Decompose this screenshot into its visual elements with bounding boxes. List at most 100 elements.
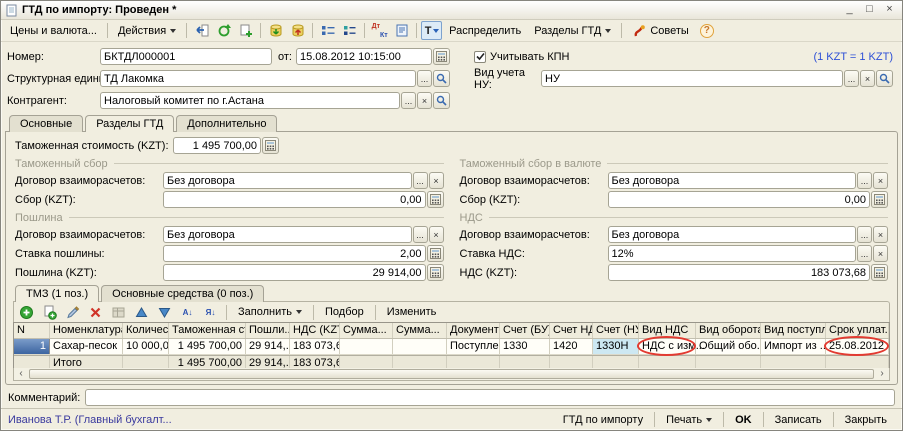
edit-row-button[interactable] bbox=[62, 303, 83, 322]
pick-button[interactable]: Подбор bbox=[319, 303, 370, 321]
ok-button[interactable]: OK bbox=[727, 413, 760, 427]
sort-desc-button[interactable]: Я↓ bbox=[200, 303, 221, 322]
distribute-button[interactable]: Распределить bbox=[443, 22, 527, 40]
table-cell[interactable]: Сахар-песок bbox=[50, 339, 123, 354]
contractor-select-button[interactable]: ... bbox=[401, 92, 416, 109]
maximize-button[interactable]: □ bbox=[861, 3, 878, 17]
move-down-button[interactable] bbox=[154, 303, 175, 322]
copy-row-button[interactable] bbox=[39, 303, 60, 322]
settings-list-button[interactable] bbox=[339, 21, 360, 40]
number-input[interactable] bbox=[100, 48, 272, 65]
tab-osnovnye[interactable]: Основные bbox=[9, 115, 83, 132]
totals-toggle-button[interactable]: Т bbox=[421, 21, 442, 40]
feecur-contract-input[interactable] bbox=[608, 172, 857, 189]
column-header[interactable]: Сумма... bbox=[393, 323, 447, 338]
column-header[interactable]: Вид поступл... bbox=[761, 323, 826, 338]
table-cell[interactable]: 25.08.2012 bbox=[826, 339, 889, 354]
scroll-left-button[interactable]: ‹ bbox=[14, 368, 28, 380]
table-cell[interactable]: Общий обо... bbox=[696, 339, 761, 354]
fee-amount-calc-button[interactable] bbox=[427, 191, 444, 208]
vat-contract-select-button[interactable]: ... bbox=[857, 226, 872, 243]
close-button[interactable]: × bbox=[881, 3, 898, 17]
column-header[interactable]: Вид НДС bbox=[639, 323, 696, 338]
column-header[interactable]: Номенклатура bbox=[50, 323, 123, 338]
column-header[interactable]: N bbox=[14, 323, 50, 338]
vat-rate-clear-button[interactable]: × bbox=[873, 245, 888, 262]
kpn-checkbox[interactable] bbox=[474, 51, 486, 63]
help-icon[interactable]: ? bbox=[700, 24, 714, 38]
table-cell[interactable]: НДС с изм... bbox=[639, 339, 696, 354]
sort-asc-button[interactable]: А↓ bbox=[177, 303, 198, 322]
fee-contract-input[interactable] bbox=[163, 172, 412, 189]
tab-razdely-gtd[interactable]: Разделы ГТД bbox=[85, 115, 174, 132]
reread-button[interactable] bbox=[191, 21, 212, 40]
duty-rate-calc-button[interactable] bbox=[427, 245, 444, 262]
column-header[interactable]: Счет (БУ) bbox=[500, 323, 550, 338]
vat-rate-input[interactable] bbox=[608, 245, 857, 262]
close-window-button[interactable]: Закрыть bbox=[837, 413, 895, 427]
date-input[interactable] bbox=[296, 48, 432, 65]
unpost-document-button[interactable] bbox=[287, 21, 308, 40]
vat-contract-clear-button[interactable]: × bbox=[873, 226, 888, 243]
unit-open-button[interactable] bbox=[433, 70, 450, 87]
fee-contract-clear-button[interactable]: × bbox=[429, 172, 444, 189]
table-cell[interactable]: 29 914,... bbox=[246, 339, 290, 354]
date-picker-button[interactable] bbox=[433, 48, 450, 65]
print-button[interactable]: Печать bbox=[658, 413, 720, 427]
customs-value-input[interactable] bbox=[173, 137, 261, 154]
column-header[interactable]: Документ п... bbox=[447, 323, 500, 338]
column-header[interactable]: Количес... bbox=[123, 323, 169, 338]
contractor-input[interactable] bbox=[100, 92, 400, 109]
document-movements-button[interactable] bbox=[317, 21, 338, 40]
fee-contract-select-button[interactable]: ... bbox=[413, 172, 428, 189]
dt-kt-button[interactable]: ДтКт bbox=[369, 21, 390, 40]
actions-button[interactable]: Действия bbox=[112, 22, 182, 40]
horizontal-scrollbar[interactable]: ‹ › bbox=[13, 368, 890, 381]
new-document-button[interactable] bbox=[235, 21, 256, 40]
duty-contract-select-button[interactable]: ... bbox=[413, 226, 428, 243]
vat-amount-calc-button[interactable] bbox=[871, 264, 888, 281]
table-row[interactable]: 1Сахар-песок10 000,0...1 495 700,0029 91… bbox=[14, 339, 889, 355]
duty-contract-input[interactable] bbox=[163, 226, 412, 243]
move-up-button[interactable] bbox=[131, 303, 152, 322]
table-cell[interactable]: 1 495 700,00 bbox=[169, 339, 246, 354]
table-cell[interactable] bbox=[340, 339, 393, 354]
column-header[interactable]: Пошли... bbox=[246, 323, 290, 338]
tab-tmz[interactable]: ТМЗ (1 поз.) bbox=[15, 285, 99, 302]
minimize-button[interactable]: _ bbox=[841, 3, 858, 17]
save-button[interactable]: Записать bbox=[767, 413, 830, 427]
column-header[interactable]: Таможенная ст... bbox=[169, 323, 246, 338]
scroll-right-button[interactable]: › bbox=[875, 368, 889, 380]
table-cell[interactable]: 10 000,0... bbox=[123, 339, 169, 354]
scrollbar-thumb[interactable] bbox=[29, 369, 874, 379]
report-button[interactable] bbox=[391, 21, 412, 40]
tab-fixed-assets[interactable]: Основные средства (0 поз.) bbox=[101, 285, 264, 302]
gtd-sections-button[interactable]: Разделы ГТД bbox=[528, 22, 617, 40]
column-header[interactable]: НДС (KZT): bbox=[290, 323, 340, 338]
vat-contract-input[interactable] bbox=[608, 226, 857, 243]
duty-amount-calc-button[interactable] bbox=[427, 264, 444, 281]
nu-select-button[interactable]: ... bbox=[844, 70, 859, 87]
table-cell[interactable]: 1 bbox=[14, 339, 50, 354]
column-header[interactable]: Вид оборота bbox=[696, 323, 761, 338]
comment-input[interactable] bbox=[85, 389, 895, 406]
table-cell[interactable]: 1330 bbox=[500, 339, 550, 354]
post-document-button[interactable] bbox=[265, 21, 286, 40]
table-cell[interactable]: 1330Н bbox=[593, 339, 639, 354]
refresh-button[interactable] bbox=[213, 21, 234, 40]
customs-value-calc-button[interactable] bbox=[262, 137, 279, 154]
vat-amount-input[interactable] bbox=[608, 264, 871, 281]
column-header[interactable]: Сумма... bbox=[340, 323, 393, 338]
duty-rate-input[interactable] bbox=[163, 245, 426, 262]
nu-open-button[interactable] bbox=[876, 70, 893, 87]
unit-input[interactable] bbox=[100, 70, 416, 87]
duty-amount-input[interactable] bbox=[163, 264, 426, 281]
add-row-button[interactable] bbox=[16, 303, 37, 322]
prices-currency-button[interactable]: Цены и валюта... bbox=[4, 22, 103, 40]
table-cell[interactable]: Поступлени... bbox=[447, 339, 500, 354]
feecur-contract-select-button[interactable]: ... bbox=[857, 172, 872, 189]
feecur-amount-input[interactable] bbox=[608, 191, 871, 208]
contractor-open-button[interactable] bbox=[433, 92, 450, 109]
tab-dopolnitelno[interactable]: Дополнительно bbox=[176, 115, 277, 132]
contractor-clear-button[interactable]: × bbox=[417, 92, 432, 109]
